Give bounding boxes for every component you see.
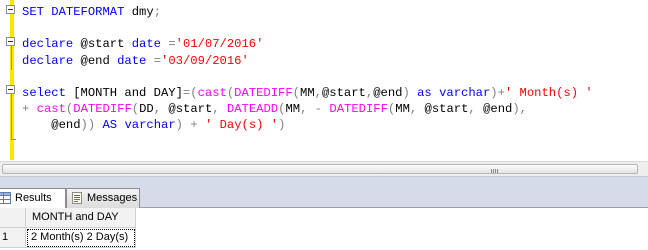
code-token: , <box>212 102 220 117</box>
horizontal-scrollbar[interactable] <box>0 161 648 176</box>
outline-guide <box>11 46 12 70</box>
code-token: select <box>22 85 66 100</box>
code-token: @start <box>161 102 213 117</box>
grid-corner[interactable] <box>0 208 26 228</box>
code-token: ) <box>278 118 286 133</box>
code-token: SET <box>22 5 44 19</box>
code-token: @start <box>73 37 132 52</box>
code-token: ( <box>292 85 300 100</box>
code-token: MM <box>300 85 315 100</box>
results-tabstrip: Results Messages <box>0 187 648 208</box>
column-header[interactable]: MONTH and DAY <box>26 208 136 228</box>
code-token: @end <box>73 53 118 68</box>
code-token: cast <box>36 102 66 117</box>
code-token: date <box>117 53 147 68</box>
code-token: @end <box>22 118 81 133</box>
outline-end-tick <box>11 139 16 140</box>
code-line[interactable]: declare @start date ='01/07/2016' <box>22 36 593 52</box>
code-token: DATEDIFF <box>329 102 388 117</box>
code-token: ; <box>153 5 162 19</box>
pane-splitter[interactable] <box>0 176 648 187</box>
tab-results-label: Results <box>15 192 52 204</box>
tab-messages[interactable]: Messages <box>66 188 140 208</box>
code-token: =( <box>182 85 198 100</box>
code-token: ) <box>402 85 410 100</box>
code-token: MM <box>285 102 301 117</box>
results-grid[interactable]: MONTH and DAY 1 2 Month(s) 2 Day(s) <box>0 208 648 250</box>
code-token: - <box>314 102 323 117</box>
code-token: cast <box>197 85 227 100</box>
code-line[interactable]: select [MONTH and DAY]=(cast(DATEDIFF(MM… <box>22 85 593 101</box>
code-token: = <box>153 53 162 68</box>
grip-icon <box>491 169 499 173</box>
code-line[interactable]: @end)) AS varchar) + ' Day(s) ') <box>22 117 593 133</box>
code-token: , <box>468 102 476 117</box>
code-token: @end <box>373 85 403 100</box>
code-token: dmy <box>124 5 154 19</box>
code-line[interactable]: + cast(DATEDIFF(DD, @start, DATEADD(MM, … <box>22 101 593 117</box>
code-token: varchar <box>439 85 491 100</box>
code-line[interactable]: ​ <box>22 69 593 85</box>
row-header[interactable]: 1 <box>0 228 26 248</box>
code-token: + <box>190 118 198 133</box>
code-token: , <box>153 102 162 117</box>
code-token: , <box>314 85 322 100</box>
messages-icon <box>72 192 82 204</box>
code-token: ' Month(s) ' <box>504 85 593 100</box>
code-token: @start <box>321 85 366 100</box>
code-line[interactable]: ​ <box>22 20 593 36</box>
tab-results[interactable]: Results <box>0 188 66 208</box>
code-token: declare <box>22 37 74 52</box>
code-token: ' Day(s) ' <box>204 118 279 133</box>
grid-icon <box>0 192 11 204</box>
code-token: [MONTH and DAY] <box>65 85 183 100</box>
code-token: DATEDIFF <box>73 102 132 117</box>
code-token: ) <box>175 118 183 133</box>
code-token: DATEDIFF <box>234 85 293 100</box>
code-token: )+ <box>490 85 505 100</box>
tab-messages-label: Messages <box>87 192 138 204</box>
result-cell[interactable]: 2 Month(s) 2 Day(s) <box>26 228 136 248</box>
code-token: ), <box>512 102 527 117</box>
code-token: '03/09/2016' <box>161 53 249 68</box>
code-token: @start <box>417 102 469 117</box>
code-token: ( <box>131 102 140 117</box>
code-token: MM <box>395 102 410 117</box>
code-token: = <box>168 37 176 52</box>
code-token: DATEFORMAT <box>51 5 125 19</box>
collapse-icon[interactable] <box>6 5 15 14</box>
code-token: date <box>131 37 161 52</box>
code-line[interactable]: SET DATEFORMAT dmy; <box>22 4 593 20</box>
scrollbar-thumb[interactable] <box>2 164 638 174</box>
code-token: @end <box>475 102 513 117</box>
sql-code[interactable]: SET DATEFORMAT dmy;​declare @start date … <box>22 4 593 134</box>
code-token: )) <box>80 118 96 133</box>
code-token: DATEADD <box>226 102 279 117</box>
code-line[interactable]: declare @end date ='03/09/2016' <box>22 53 593 69</box>
query-editor[interactable]: SET DATEFORMAT dmy;​declare @start date … <box>0 0 648 176</box>
code-token: '01/07/2016' <box>175 37 264 52</box>
collapse-icon[interactable] <box>6 85 15 94</box>
code-token: as <box>417 85 432 100</box>
code-token: DD <box>139 102 154 117</box>
collapse-icon[interactable] <box>6 37 15 46</box>
outline-guide <box>11 94 12 139</box>
code-token: declare <box>22 53 74 68</box>
code-token: AS <box>102 118 118 133</box>
code-token: varchar <box>124 118 176 133</box>
